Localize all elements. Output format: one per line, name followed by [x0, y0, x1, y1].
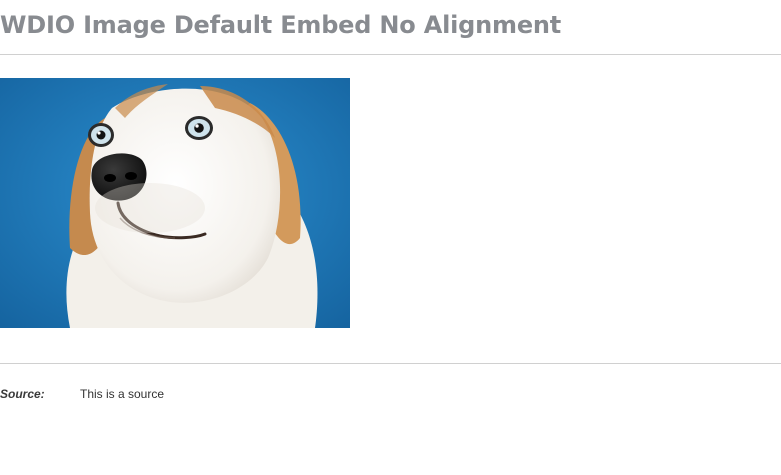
- title-divider: [0, 54, 781, 55]
- dog-photo-illustration: [0, 78, 350, 328]
- source-value: This is a source: [80, 387, 165, 401]
- caption-divider: [0, 363, 781, 364]
- embedded-image: [0, 78, 350, 328]
- source-label: Source:: [0, 387, 45, 401]
- page: WDIO Image Default Embed No Alignment So…: [0, 0, 781, 475]
- page-title: WDIO Image Default Embed No Alignment: [0, 11, 562, 39]
